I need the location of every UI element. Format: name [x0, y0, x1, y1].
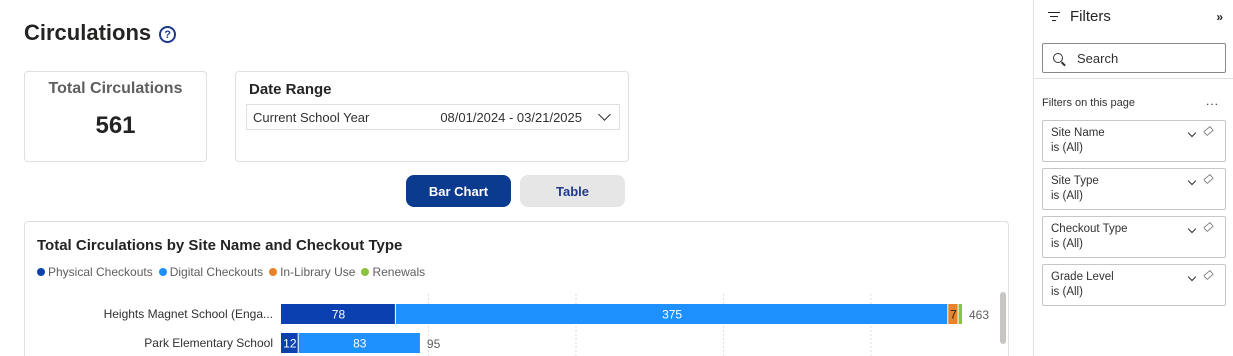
filter-value: is (All): [1051, 286, 1083, 298]
page-header: Circulations ?: [24, 20, 177, 46]
date-range-dates: 08/01/2024 - 03/21/2025: [440, 109, 582, 125]
data-label: 83: [353, 337, 367, 351]
bar-chart-plot: Heights Magnet School (Enga... 78 375 7 463 P…: [104, 294, 989, 356]
total-circulations-card: Total Circulations 561: [24, 71, 207, 162]
chart-scrollbar[interactable]: [1000, 292, 1006, 344]
date-range-selected: Current School Year: [253, 109, 370, 125]
table-button[interactable]: Table: [520, 175, 625, 207]
total-label: 463: [969, 308, 989, 322]
more-options-icon[interactable]: ...: [1206, 94, 1219, 108]
total-label: 95: [427, 337, 441, 351]
search-placeholder: Search: [1077, 50, 1119, 66]
data-label: 375: [662, 308, 682, 322]
data-label: 78: [332, 308, 346, 322]
search-icon: [1053, 53, 1063, 63]
chevron-down-icon: [598, 108, 611, 121]
date-range-label: Date Range: [249, 81, 332, 98]
category-label: Heights Magnet School (Enga...: [104, 307, 273, 321]
filter-card-site-name[interactable]: Site Name is (All): [1042, 120, 1226, 162]
filters-header: Filters: [1048, 8, 1111, 25]
filters-on-page-label: Filters on this page: [1042, 97, 1135, 109]
filter-card-checkout-type[interactable]: Checkout Type is (All): [1042, 216, 1226, 258]
filter-value: is (All): [1051, 238, 1083, 250]
filters-divider: [1034, 78, 1233, 79]
data-label: 12: [283, 337, 297, 351]
filter-card-site-type[interactable]: Site Type is (All): [1042, 168, 1226, 210]
filters-pane: Filters » Search Filters on this page ..…: [1033, 0, 1233, 356]
question-circle-icon[interactable]: ?: [159, 26, 177, 43]
bar-segment-renewals[interactable]: [958, 304, 962, 324]
bar-chart-button[interactable]: Bar Chart: [406, 175, 511, 207]
circulations-chart-card: Total Circulations by Site Name and Chec…: [24, 221, 1009, 356]
report-canvas: Circulations ? Total Circulations 561 Da…: [0, 0, 1033, 356]
filter-value: is (All): [1051, 142, 1083, 154]
date-range-card: Date Range Current School Year 08/01/202…: [235, 71, 629, 162]
total-circulations-value: 561: [95, 112, 136, 139]
double-chevron-right-icon[interactable]: »: [1216, 10, 1223, 24]
filters-search-input[interactable]: Search: [1042, 43, 1226, 73]
data-label: 7: [950, 308, 957, 322]
filter-card-grade-level[interactable]: Grade Level is (All): [1042, 264, 1226, 306]
filter-lines-icon: [1048, 11, 1060, 22]
filter-value: is (All): [1051, 190, 1083, 202]
total-circulations-label: Total Circulations: [48, 80, 183, 97]
filters-title: Filters: [1070, 8, 1111, 25]
date-range-dropdown[interactable]: Current School Year 08/01/2024 - 03/21/2…: [246, 104, 620, 130]
category-label: Park Elementary School: [144, 336, 273, 350]
page-title: Circulations: [24, 20, 152, 45]
